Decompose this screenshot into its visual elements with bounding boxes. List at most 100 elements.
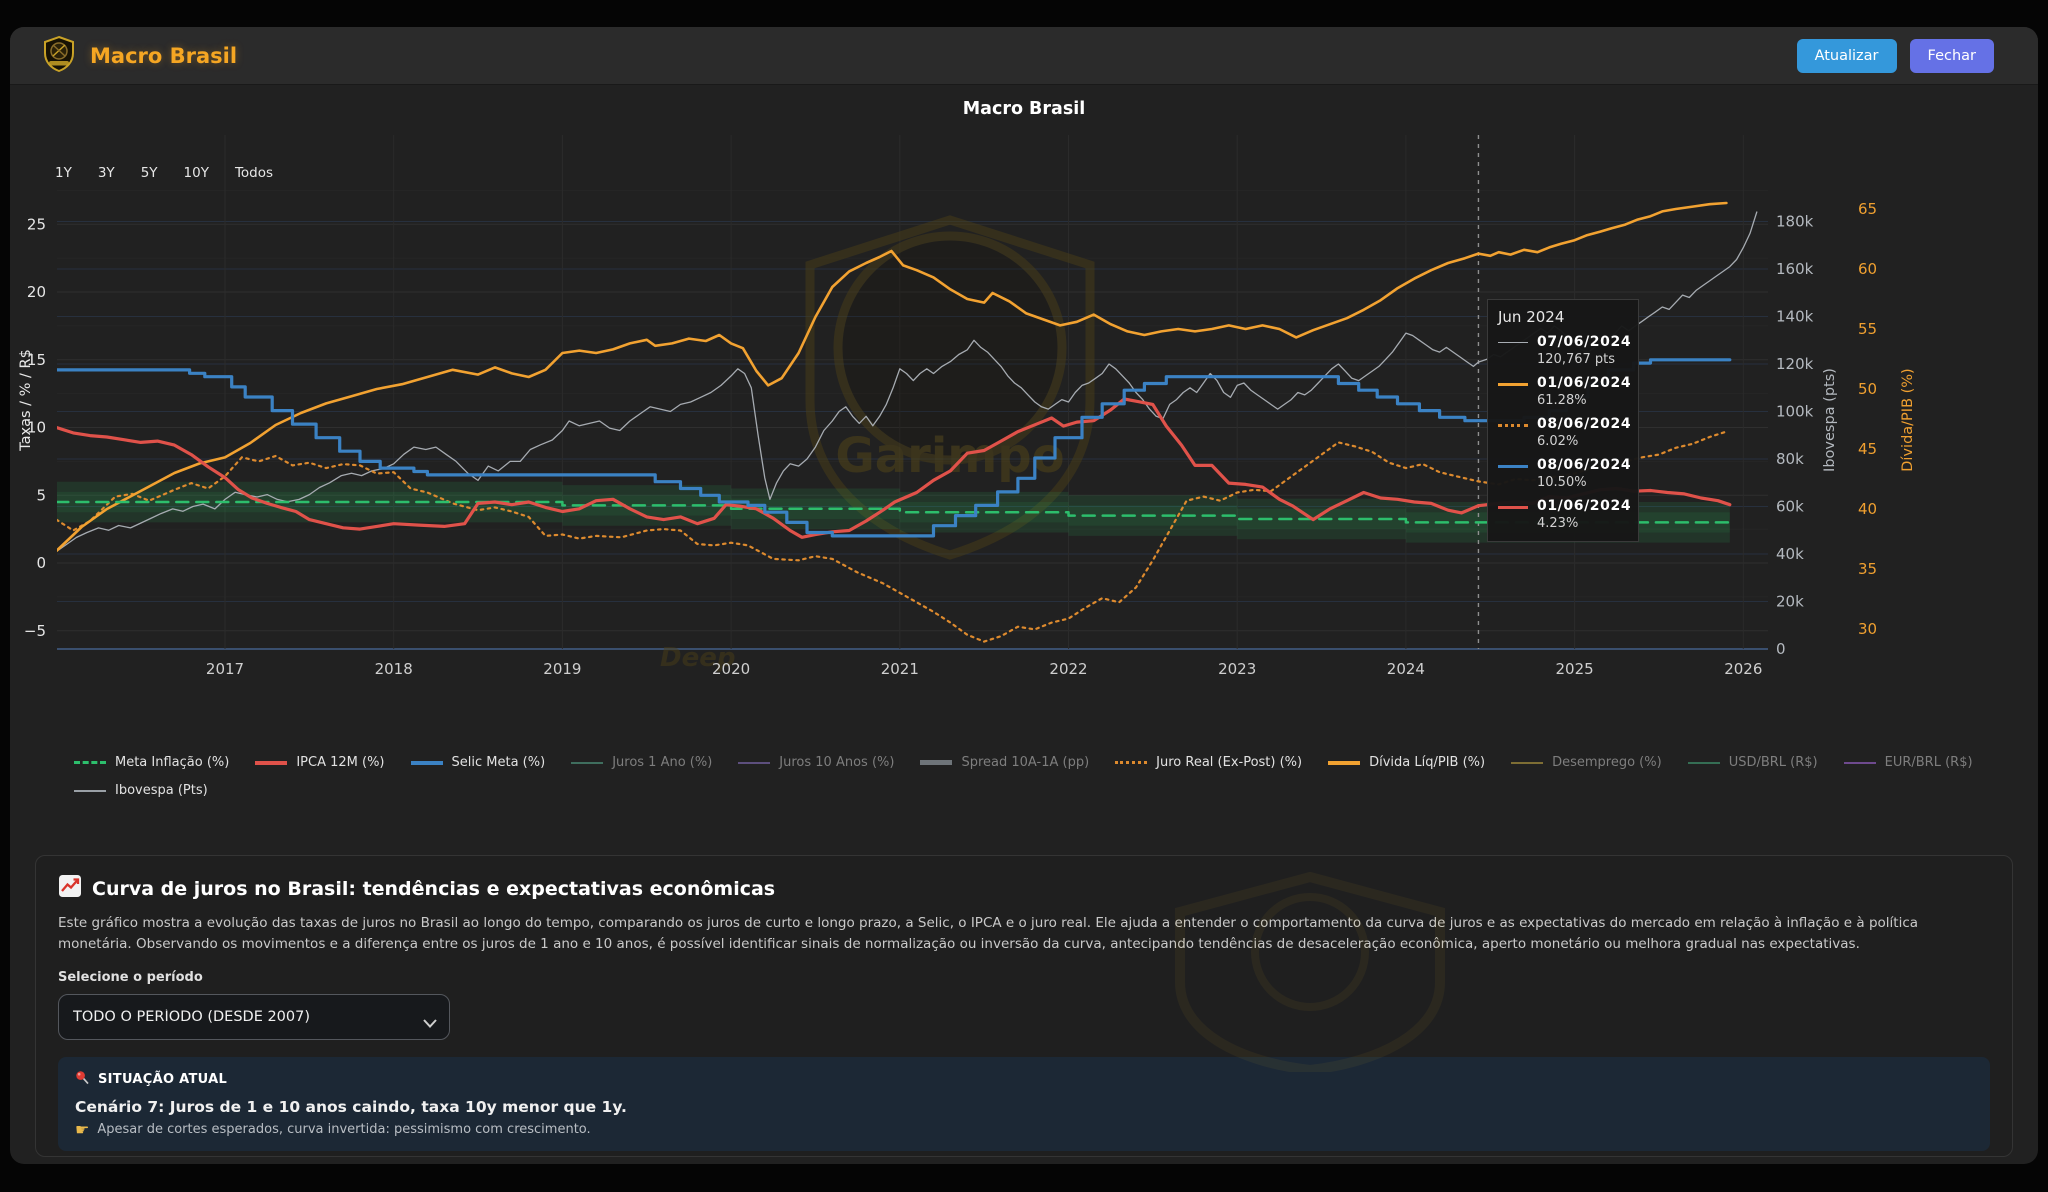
svg-text:−5: −5 xyxy=(24,622,46,640)
period-select-wrap: TODO O PERÍODO (DESDE 2007) xyxy=(58,994,450,1040)
legend-label: Juros 10 Anos (%) xyxy=(779,755,894,770)
legend-label: USD/BRL (R$) xyxy=(1729,755,1818,770)
legend-label: Spread 10A-1A (pp) xyxy=(961,755,1089,770)
legend-item-juros-1-ano[interactable]: Juros 1 Ano (%) xyxy=(571,755,712,770)
legend-swatch xyxy=(1511,762,1543,764)
svg-text:2022: 2022 xyxy=(1049,660,1087,678)
situation-header: SITUAÇÃO ATUAL xyxy=(98,1072,227,1087)
chart-increasing-emoji-icon xyxy=(58,874,82,903)
svg-text:180k: 180k xyxy=(1776,213,1814,231)
legend-item-eur-brl-r[interactable]: EUR/BRL (R$) xyxy=(1844,755,1973,770)
svg-text:Dívida/PIB (%): Dívida/PIB (%) xyxy=(1900,368,1916,471)
svg-text:2018: 2018 xyxy=(375,660,413,678)
update-button[interactable]: Atualizar xyxy=(1797,39,1897,73)
legend-item-juros-10-anos[interactable]: Juros 10 Anos (%) xyxy=(738,755,894,770)
svg-text:35: 35 xyxy=(1858,560,1877,578)
legend-label: Desemprego (%) xyxy=(1552,755,1662,770)
legend-item-desemprego[interactable]: Desemprego (%) xyxy=(1511,755,1662,770)
legend-swatch xyxy=(74,761,106,764)
svg-text:20: 20 xyxy=(27,283,46,301)
tooltip-row: 01/06/20244.23% xyxy=(1498,498,1628,531)
svg-text:40k: 40k xyxy=(1776,545,1804,563)
legend-swatch xyxy=(255,761,287,765)
legend-item-meta-inflacao[interactable]: Meta Inflação (%) xyxy=(74,755,229,770)
period-select[interactable]: TODO O PERÍODO (DESDE 2007) xyxy=(58,994,450,1040)
app-card: Macro Brasil Atualizar Fechar Macro Bras… xyxy=(10,27,2038,1164)
legend-label: Ibovespa (Pts) xyxy=(115,783,208,798)
screen: Macro Brasil Atualizar Fechar Macro Bras… xyxy=(0,0,2048,1192)
pushpin-emoji-icon xyxy=(75,1070,90,1089)
svg-text:25: 25 xyxy=(27,215,46,233)
legend-label: Meta Inflação (%) xyxy=(115,755,229,770)
svg-text:0: 0 xyxy=(36,554,46,572)
svg-text:Taxas / % / R$: Taxas / % / R$ xyxy=(18,349,34,452)
tooltip-row: 08/06/20246.02% xyxy=(1498,416,1628,449)
legend-label: Juro Real (Ex-Post) (%) xyxy=(1156,755,1302,770)
svg-text:2023: 2023 xyxy=(1218,660,1256,678)
section-title: Curva de juros no Brasil: tendências e e… xyxy=(92,878,775,900)
svg-text:80k: 80k xyxy=(1776,450,1804,468)
legend-item-ibovespa-pts[interactable]: Ibovespa (Pts) xyxy=(74,783,208,798)
period-select-label: Selecione o período xyxy=(58,970,1990,985)
watermark: GarimpoDeep xyxy=(660,220,1090,673)
situation-note-row: ☛ Apesar de cortes esperados, curva inve… xyxy=(75,1122,1973,1138)
legend-label: IPCA 12M (%) xyxy=(296,755,384,770)
garimpo-logo-icon xyxy=(40,35,78,77)
legend-item-usd-brl-r[interactable]: USD/BRL (R$) xyxy=(1688,755,1818,770)
svg-text:2026: 2026 xyxy=(1724,660,1762,678)
tooltip-row: 08/06/202410.50% xyxy=(1498,457,1628,490)
legend-label: Juros 1 Ano (%) xyxy=(612,755,712,770)
section-title-row: Curva de juros no Brasil: tendências e e… xyxy=(58,874,1990,903)
info-panel: Curva de juros no Brasil: tendências e e… xyxy=(35,855,2013,1157)
chart-legend: Meta Inflação (%) IPCA 12M (%) Selic Meta … xyxy=(74,755,1994,811)
svg-text:100k: 100k xyxy=(1776,403,1814,421)
svg-text:2019: 2019 xyxy=(543,660,581,678)
legend-item-divida-liq-pib[interactable]: Dívida Líq/PIB (%) xyxy=(1328,755,1485,770)
brand: Macro Brasil xyxy=(40,27,237,85)
situation-box: SITUAÇÃO ATUAL Cenário 7: Juros de 1 e 1… xyxy=(58,1057,1990,1151)
legend-swatch xyxy=(1328,761,1360,765)
legend-label: EUR/BRL (R$) xyxy=(1885,755,1973,770)
svg-text:120k: 120k xyxy=(1776,355,1814,373)
svg-text:60k: 60k xyxy=(1776,498,1804,516)
svg-text:2021: 2021 xyxy=(881,660,919,678)
tooltip-swatch xyxy=(1498,383,1528,408)
svg-text:140k: 140k xyxy=(1776,308,1814,326)
svg-text:45: 45 xyxy=(1858,440,1877,458)
legend-item-ipca-12m[interactable]: IPCA 12M (%) xyxy=(255,755,384,770)
point-right-emoji-icon: ☛ xyxy=(75,1122,89,1138)
legend-label: Selic Meta (%) xyxy=(452,755,546,770)
legend-swatch xyxy=(920,760,952,765)
legend-item-spread-10a-1a-pp[interactable]: Spread 10A-1A (pp) xyxy=(920,755,1089,770)
svg-text:40: 40 xyxy=(1858,500,1877,518)
legend-swatch xyxy=(1688,762,1720,764)
svg-text:Garimpo: Garimpo xyxy=(835,428,1064,484)
situation-note: Apesar de cortes esperados, curva invert… xyxy=(97,1122,590,1137)
legend-swatch xyxy=(738,762,770,764)
situation-scenario: Cenário 7: Juros de 1 e 10 anos caindo, … xyxy=(75,1098,1973,1116)
macro-chart[interactable]: GarimpoDeep2520151050−5180k160k140k120k1… xyxy=(0,100,2048,720)
legend-swatch xyxy=(1844,762,1876,764)
legend-item-juro-real-ex-post[interactable]: Juro Real (Ex-Post) (%) xyxy=(1115,755,1302,770)
svg-text:2017: 2017 xyxy=(206,660,244,678)
legend-item-selic-meta[interactable]: Selic Meta (%) xyxy=(411,755,546,770)
chart-tooltip: Jun 202407/06/2024120,767 pts01/06/20246… xyxy=(1487,299,1639,542)
svg-text:20k: 20k xyxy=(1776,593,1804,611)
svg-text:5: 5 xyxy=(36,486,46,504)
legend-label: Dívida Líq/PIB (%) xyxy=(1369,755,1485,770)
tooltip-title: Jun 2024 xyxy=(1498,308,1628,326)
tooltip-swatch xyxy=(1498,465,1528,490)
situation-header-row: SITUAÇÃO ATUAL xyxy=(75,1070,1973,1089)
legend-swatch xyxy=(74,790,106,792)
svg-text:Ibovespa (pts): Ibovespa (pts) xyxy=(1822,368,1838,472)
close-button[interactable]: Fechar xyxy=(1910,39,1994,73)
svg-text:2025: 2025 xyxy=(1556,660,1594,678)
svg-text:30: 30 xyxy=(1858,620,1877,638)
tooltip-swatch xyxy=(1498,506,1528,531)
header-buttons: Atualizar Fechar xyxy=(1797,39,1994,73)
section-description: Este gráfico mostra a evolução das taxas… xyxy=(58,913,1990,955)
svg-text:2024: 2024 xyxy=(1387,660,1425,678)
legend-swatch xyxy=(571,762,603,764)
legend-swatch xyxy=(411,761,443,765)
brand-title: Macro Brasil xyxy=(90,44,237,68)
